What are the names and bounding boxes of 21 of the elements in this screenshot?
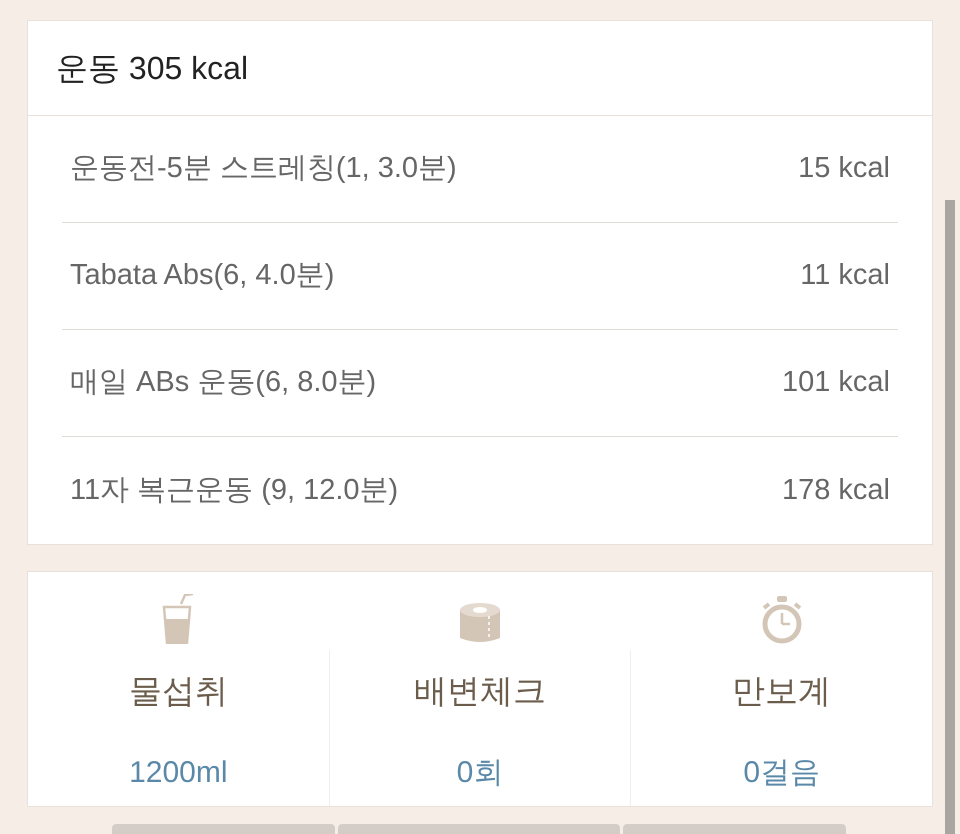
calorie-value: 15 kcal: [798, 151, 890, 186]
tab-background[interactable]: [112, 824, 335, 834]
tracker-value: 1200ml: [129, 754, 228, 790]
exercise-name: 운동전-5분 스트레칭(1, 3.0분): [70, 151, 457, 186]
tracker-label[interactable]: 물섭취: [128, 666, 228, 716]
paper-roll-icon: [459, 602, 501, 644]
tracker-label[interactable]: 만보계: [732, 666, 832, 716]
tab-background[interactable]: [623, 824, 846, 834]
cup-icon: [161, 594, 196, 644]
exercise-name: Tabata Abs(6, 4.0분): [70, 258, 334, 294]
calorie-value: 178 kcal: [782, 472, 890, 508]
tracker-value: 0회: [456, 754, 504, 790]
card-title: 운동 305 kcal: [56, 49, 248, 88]
calorie-value: 11 kcal: [800, 258, 890, 294]
tab-background[interactable]: [338, 824, 620, 834]
tracker-value: 0걸음: [743, 754, 820, 790]
calorie-value: 101 kcal: [782, 365, 890, 400]
tracker-label[interactable]: 배변체크: [414, 666, 546, 716]
exercise-name: 11자 복근운동 (9, 12.0분): [70, 472, 398, 508]
scrollbar[interactable]: [945, 200, 955, 834]
exercise-name: 매일 ABs 운동(6, 8.0분): [70, 365, 376, 400]
